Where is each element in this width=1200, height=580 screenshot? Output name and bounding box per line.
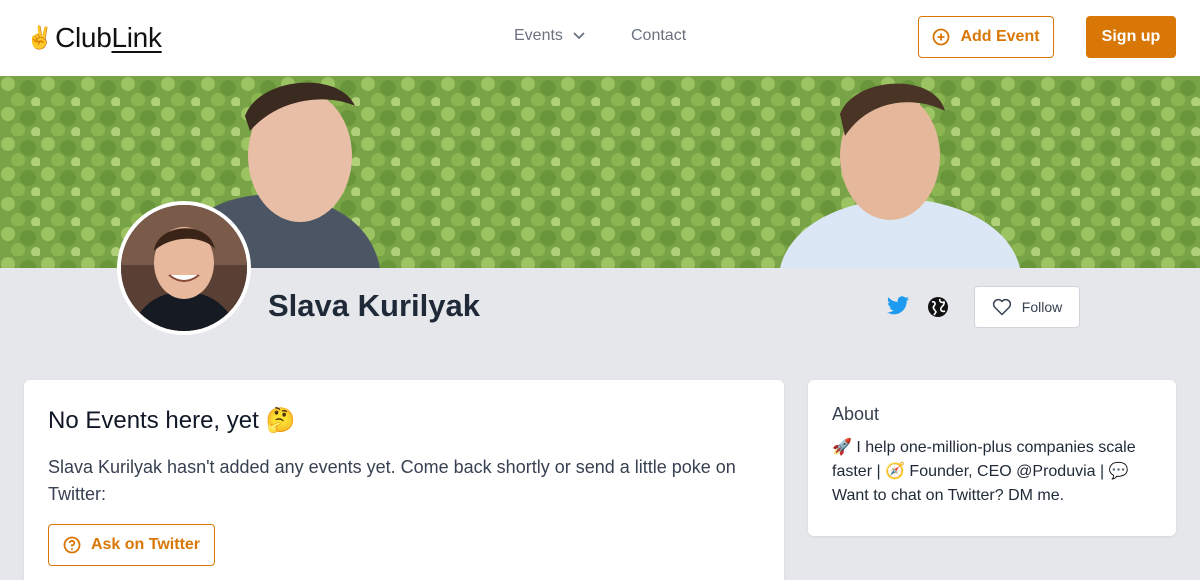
add-event-label: Add Event [960, 28, 1040, 45]
sign-up-button[interactable]: Sign up [1086, 16, 1176, 58]
follow-label: Follow [1021, 299, 1063, 315]
plus-circle-icon [933, 28, 950, 46]
no-events-message: Slava Kurilyak hasn't added any events y… [48, 457, 736, 504]
chevron-down-icon [573, 32, 585, 40]
ask-on-twitter-button[interactable]: Ask on Twitter [48, 524, 215, 566]
about-card: About 🚀 I help one-million-plus companie… [808, 380, 1176, 536]
about-bio: 🚀 I help one-million-plus companies scal… [832, 439, 1136, 504]
events-card: No Events here, yet 🤔 Slava Kurilyak has… [24, 380, 784, 580]
question-circle-icon [63, 536, 81, 554]
about-heading: About [832, 404, 880, 424]
ask-on-twitter-label: Ask on Twitter [90, 536, 201, 553]
logo-link-text: Link [111, 22, 162, 53]
clublink-logo[interactable]: ✌️ Club Link [26, 22, 162, 54]
twitter-icon[interactable] [886, 296, 910, 321]
avatar-portrait [121, 205, 247, 331]
nav-events-dropdown[interactable]: Events [514, 27, 585, 45]
no-events-heading: No Events here, yet 🤔 [48, 407, 296, 434]
top-header: ✌️ Club Link Events Contact Add Event Sig… [0, 0, 1200, 76]
nav-contact-link[interactable]: Contact [631, 27, 686, 45]
profile-name: Slava Kurilyak [268, 288, 480, 323]
globe-icon[interactable] [927, 296, 949, 323]
add-event-button[interactable]: Add Event [918, 16, 1054, 58]
victory-hand-icon: ✌️ [26, 25, 54, 50]
heart-icon [992, 298, 1011, 316]
logo-club-text: Club [55, 22, 112, 53]
profile-avatar [117, 201, 251, 335]
nav-events-label: Events [514, 27, 563, 44]
follow-button[interactable]: Follow [974, 286, 1080, 328]
